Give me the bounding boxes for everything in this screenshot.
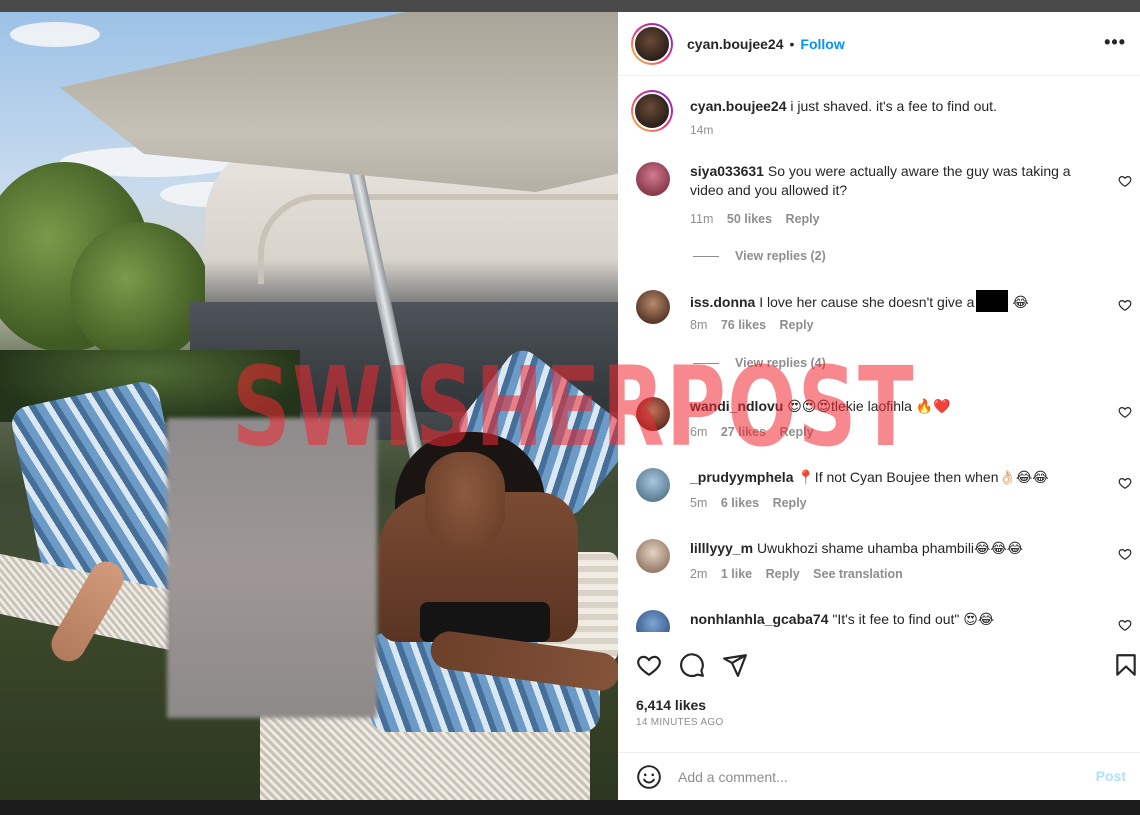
commenter-avatar[interactable] xyxy=(636,162,670,196)
comment-likes[interactable]: 76 likes xyxy=(721,318,766,332)
comment-item: nonhlanhla_gcaba74 "It's it fee to find … xyxy=(636,610,1140,632)
commenter-avatar[interactable] xyxy=(636,290,670,324)
post-header: cyan.boujee24 • Follow ••• xyxy=(618,12,1140,76)
comment-input[interactable] xyxy=(678,765,1058,789)
comment-icon[interactable] xyxy=(679,652,705,678)
comment-body: I love her cause she doesn't give a xyxy=(759,294,975,310)
comment-text: _prudyymphela 📍If not Cyan Boujee then w… xyxy=(690,468,1105,487)
commenter-avatar[interactable] xyxy=(636,468,670,502)
comment-username[interactable]: _prudyymphela xyxy=(690,469,793,485)
comment-text: lilllyyy_m Uwukhozi shame uhamba phambil… xyxy=(690,539,1105,558)
bottom-frame-bar xyxy=(0,800,1140,815)
heart-icon[interactable] xyxy=(1118,298,1132,312)
comment-meta: 8m 76 likes Reply xyxy=(690,318,824,332)
comment-text: iss.donna I love her cause she doesn't g… xyxy=(690,290,1105,312)
comment-text: siya033631 So you were actually aware th… xyxy=(690,162,1105,200)
post-side-panel: cyan.boujee24 • Follow ••• cyan.boujee24… xyxy=(618,12,1140,800)
view-replies-label[interactable]: View replies (4) xyxy=(735,356,826,370)
comment-meta: 11m 50 likes Reply xyxy=(690,212,830,226)
caption-username[interactable]: cyan.boujee24 xyxy=(690,98,787,114)
follow-button[interactable]: Follow xyxy=(800,36,844,52)
post-comment-button[interactable]: Post xyxy=(1096,768,1126,784)
blurred-region xyxy=(167,418,377,718)
heart-icon[interactable] xyxy=(1118,547,1132,561)
replies-divider xyxy=(693,362,719,364)
comment-username[interactable]: nonhlanhla_gcaba74 xyxy=(690,611,828,627)
comment-meta: 2m 1 like Reply See translation xyxy=(690,567,913,581)
reply-button[interactable]: Reply xyxy=(773,496,807,510)
heart-icon[interactable] xyxy=(636,652,662,678)
heart-icon[interactable] xyxy=(1118,174,1132,188)
post-caption: cyan.boujee24 i just shaved. it's a fee … xyxy=(631,90,1126,150)
reply-button[interactable]: Reply xyxy=(766,567,800,581)
comment-likes[interactable]: 27 likes xyxy=(721,425,766,439)
comment-text: wandi_ndlovu 😍😍😍tlekie laofihla 🔥❤️ xyxy=(690,397,1105,416)
comment-meta: 5m 6 likes Reply xyxy=(690,496,817,510)
comment-likes[interactable]: 1 like xyxy=(721,567,752,581)
comment-time: 8m xyxy=(690,318,708,332)
share-icon[interactable] xyxy=(722,652,748,678)
caption-body: i just shaved. it's a fee to find out. xyxy=(790,98,997,114)
comment-time: 11m xyxy=(690,212,714,226)
comment-username[interactable]: iss.donna xyxy=(690,294,755,310)
person-face xyxy=(425,452,505,552)
heart-icon[interactable] xyxy=(1118,405,1132,419)
comment-body: 😍😍😍tlekie laofihla 🔥❤️ xyxy=(787,398,951,414)
comment-body: Uwukhozi shame uhamba phambili😂😂😂 xyxy=(756,540,1024,556)
caption-time: 14m xyxy=(690,123,714,137)
bookmark-icon[interactable] xyxy=(1113,652,1139,678)
view-replies-label[interactable]: View replies (2) xyxy=(735,249,826,263)
comment-meta: 6m 27 likes Reply xyxy=(690,425,824,439)
reply-button[interactable]: Reply xyxy=(780,425,814,439)
post-time: 14 MINUTES AGO xyxy=(636,717,724,728)
building-balcony xyxy=(258,194,618,284)
cloud xyxy=(10,22,100,47)
caption-avatar[interactable] xyxy=(631,90,673,132)
see-translation-button[interactable]: See translation xyxy=(813,567,903,581)
view-replies-button[interactable]: View replies (2) xyxy=(693,249,826,263)
censor-box xyxy=(976,290,1009,312)
author-avatar[interactable] xyxy=(631,22,673,65)
reply-button[interactable]: Reply xyxy=(780,318,814,332)
comment-body: "It's it fee to find out" 😍😂 xyxy=(832,611,995,627)
replies-divider xyxy=(693,255,719,257)
commenter-avatar[interactable] xyxy=(636,610,670,632)
caption-text: cyan.boujee24 i just shaved. it's a fee … xyxy=(690,97,997,115)
likes-count[interactable]: 6,414 likes xyxy=(636,697,706,713)
comment-username[interactable]: wandi_ndlovu xyxy=(690,398,783,414)
author-username[interactable]: cyan.boujee24 xyxy=(687,36,784,52)
comment-text: nonhlanhla_gcaba74 "It's it fee to find … xyxy=(690,610,1105,629)
heart-icon[interactable] xyxy=(1118,476,1132,490)
comment-time: 2m xyxy=(690,567,708,581)
comment-likes[interactable]: 50 likes xyxy=(727,212,772,226)
comment-body: 📍If not Cyan Boujee then when👌🏻😂😂 xyxy=(797,469,1049,485)
more-icon[interactable]: ••• xyxy=(1104,32,1126,53)
action-bar xyxy=(618,642,1140,686)
tree xyxy=(70,222,210,362)
comment-username[interactable]: siya033631 xyxy=(690,163,764,179)
separator-dot: • xyxy=(789,35,795,52)
comment-likes[interactable]: 6 likes xyxy=(721,496,759,510)
view-replies-button[interactable]: View replies (4) xyxy=(693,356,826,370)
emoji-icon[interactable] xyxy=(636,764,662,790)
heart-icon[interactable] xyxy=(1118,618,1132,632)
commenter-avatar[interactable] xyxy=(636,397,670,431)
commenter-avatar[interactable] xyxy=(636,539,670,573)
comment-time: 5m xyxy=(690,496,708,510)
comment-time: 6m xyxy=(690,425,708,439)
top-frame-bar xyxy=(0,0,1140,12)
comment-emoji: 😂 xyxy=(1012,294,1029,310)
reply-button[interactable]: Reply xyxy=(786,212,820,226)
comment-username[interactable]: lilllyyy_m xyxy=(690,540,753,556)
post-photo[interactable] xyxy=(0,12,618,800)
add-comment-bar: Post xyxy=(618,752,1140,800)
